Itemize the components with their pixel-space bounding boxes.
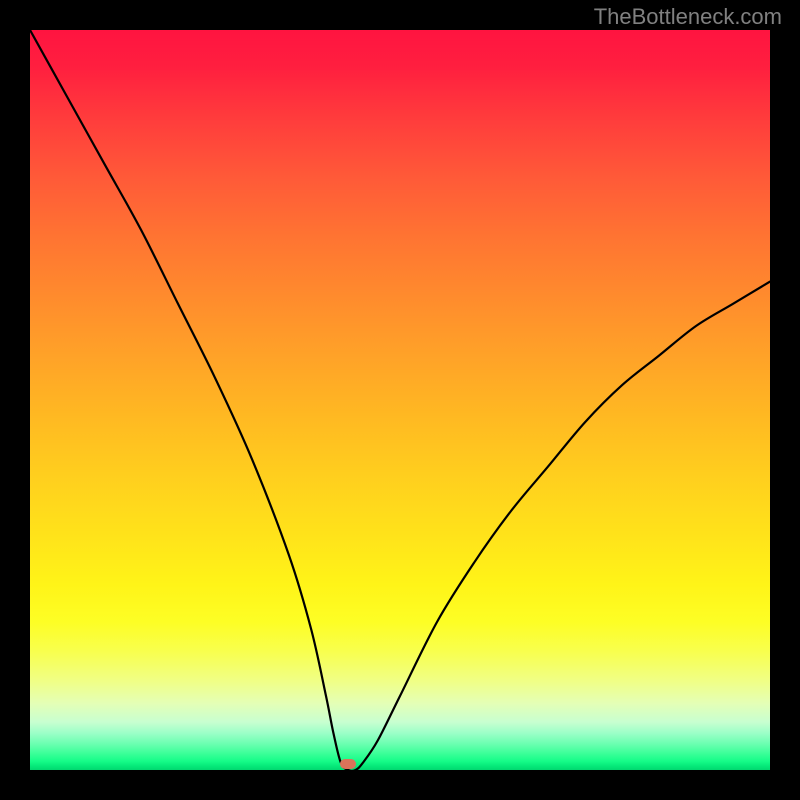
bottleneck-curve — [30, 30, 770, 770]
watermark-text: TheBottleneck.com — [594, 4, 782, 30]
curve-svg — [30, 30, 770, 770]
bottleneck-marker — [340, 759, 356, 769]
plot-area — [30, 30, 770, 770]
